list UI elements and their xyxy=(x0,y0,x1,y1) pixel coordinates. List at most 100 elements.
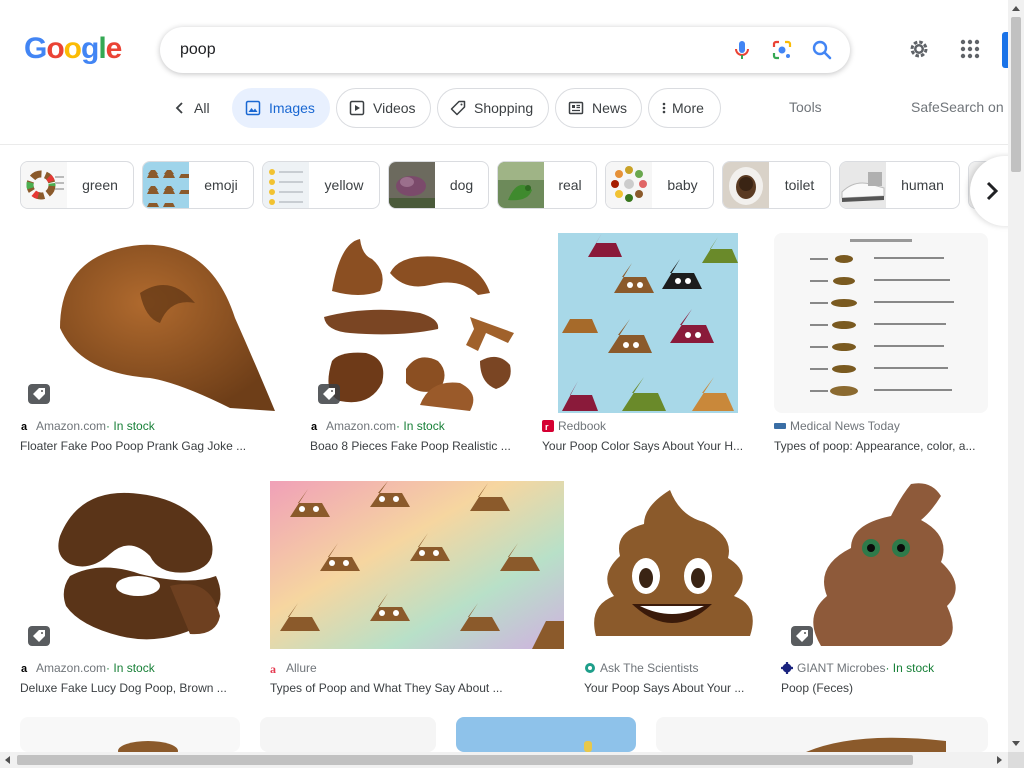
safesearch-button[interactable]: SafeSearch on xyxy=(911,99,1004,115)
stock-status: · In stock xyxy=(396,419,445,433)
source-name: GIANT Microbes xyxy=(797,661,886,675)
result-image[interactable] xyxy=(20,476,250,654)
google-logo[interactable]: Google xyxy=(24,32,123,66)
medical-news-favicon-icon xyxy=(774,423,786,429)
video-icon xyxy=(349,100,365,116)
tab-shopping[interactable]: Shopping xyxy=(437,88,549,128)
image-icon xyxy=(245,100,261,116)
chip-human[interactable]: human xyxy=(839,161,960,209)
chip-dog[interactable]: dog xyxy=(388,161,489,209)
search-icon[interactable] xyxy=(810,38,834,62)
svg-text:a: a xyxy=(21,663,28,674)
tab-all[interactable]: All xyxy=(174,88,210,128)
result-source[interactable]: a Amazon.com · In stock xyxy=(20,661,155,675)
source-name: Ask The Scientists xyxy=(600,661,699,675)
result-source[interactable]: GIANT Microbes · In stock xyxy=(781,661,934,675)
chip-thumbnail xyxy=(606,162,652,208)
scroll-right-icon[interactable] xyxy=(997,756,1002,764)
chip-thumbnail xyxy=(840,162,886,208)
chip-label: emoji xyxy=(204,177,238,193)
google-images-page: Google All Images Videos Shopping xyxy=(0,0,1024,768)
logo-letter: l xyxy=(98,32,106,65)
svg-text:a: a xyxy=(21,421,28,432)
chip-label: real xyxy=(558,177,582,193)
vertical-scrollbar[interactable] xyxy=(1008,0,1024,752)
result-title[interactable]: Deluxe Fake Lucy Dog Poop, Brown ... xyxy=(20,681,250,695)
result-title[interactable]: Boao 8 Pieces Fake Poop Realistic ... xyxy=(310,439,522,453)
chip-thumbnail xyxy=(723,162,769,208)
result-source[interactable]: Medical News Today xyxy=(774,419,900,433)
chip-thumbnail xyxy=(263,162,309,208)
result-image[interactable] xyxy=(20,233,290,413)
source-name: Amazon.com xyxy=(326,419,397,433)
result-image[interactable] xyxy=(584,476,760,654)
chip-green[interactable]: green xyxy=(20,161,134,209)
chip-label: dog xyxy=(449,177,474,193)
stock-status: · In stock xyxy=(106,419,155,433)
source-name: Redbook xyxy=(558,419,607,433)
newspaper-icon xyxy=(568,101,584,115)
chip-real[interactable]: real xyxy=(497,161,597,209)
result-title[interactable]: Types of poop: Appearance, color, a... xyxy=(774,439,988,453)
camera-lens-icon[interactable] xyxy=(770,38,794,62)
amazon-favicon-icon: a xyxy=(21,663,28,674)
horizontal-scroll-thumb[interactable] xyxy=(17,755,913,765)
tab-videos[interactable]: Videos xyxy=(336,88,431,128)
amazon-favicon-icon: a xyxy=(21,421,28,432)
shopping-tag-badge xyxy=(318,384,340,404)
result-image[interactable] xyxy=(542,233,754,413)
chip-yellow[interactable]: yellow xyxy=(262,161,380,209)
tab-news[interactable]: News xyxy=(555,88,642,128)
result-source[interactable]: r Redbook xyxy=(542,419,606,433)
scrollbar-corner xyxy=(1008,752,1024,768)
search-input[interactable] xyxy=(180,39,700,61)
horizontal-scrollbar[interactable] xyxy=(0,752,1008,768)
mic-icon[interactable] xyxy=(730,38,754,62)
logo-letter: o xyxy=(63,32,82,65)
chip-label: green xyxy=(82,177,118,193)
apps-grid-icon[interactable] xyxy=(958,37,982,61)
result-image[interactable] xyxy=(310,233,522,413)
chip-thumbnail xyxy=(21,162,67,208)
result-image[interactable] xyxy=(774,233,988,413)
scroll-up-icon[interactable] xyxy=(1012,6,1020,11)
scroll-down-icon[interactable] xyxy=(1012,741,1020,746)
result-image[interactable] xyxy=(270,481,564,649)
result-source[interactable]: a Allure xyxy=(270,661,317,675)
tab-images[interactable]: Images xyxy=(232,88,330,128)
result-title[interactable]: Floater Fake Poo Poop Prank Gag Joke ... xyxy=(20,439,290,453)
allure-favicon-icon: a xyxy=(270,662,276,674)
svg-text:a: a xyxy=(311,421,318,432)
redbook-favicon-icon: r xyxy=(542,420,554,432)
logo-letter: o xyxy=(46,32,64,65)
result-image[interactable] xyxy=(656,717,988,752)
chip-emoji[interactable]: emoji xyxy=(142,161,254,209)
scroll-left-icon[interactable] xyxy=(5,756,10,764)
result-source[interactable]: a Amazon.com · In stock xyxy=(310,419,445,433)
chip-toilet[interactable]: toilet xyxy=(722,161,831,209)
tab-label: All xyxy=(194,100,210,116)
result-image[interactable] xyxy=(260,717,436,752)
stock-status: · In stock xyxy=(106,661,155,675)
chip-label: baby xyxy=(667,177,698,193)
result-title[interactable]: Your Poop Says About Your ... xyxy=(584,681,760,695)
tab-more[interactable]: More xyxy=(648,88,721,128)
logo-letter: g xyxy=(81,32,99,65)
amazon-favicon-icon: a xyxy=(311,421,318,432)
gear-icon[interactable] xyxy=(907,37,931,61)
result-source[interactable]: a Amazon.com · In stock xyxy=(20,419,155,433)
chip-baby[interactable]: baby xyxy=(605,161,714,209)
result-title[interactable]: Your Poop Color Says About Your H... xyxy=(542,439,754,453)
tab-label: Shopping xyxy=(474,100,534,116)
price-tag-icon xyxy=(450,100,466,116)
tools-button[interactable]: Tools xyxy=(789,99,822,115)
ask-scientists-favicon-icon xyxy=(585,663,595,673)
logo-letter: e xyxy=(105,32,123,65)
result-source[interactable]: Ask The Scientists xyxy=(584,661,698,675)
result-title[interactable]: Poop (Feces) xyxy=(781,681,988,695)
result-image[interactable] xyxy=(20,717,240,752)
source-name: Amazon.com xyxy=(36,661,107,675)
result-title[interactable]: Types of Poop and What They Say About ..… xyxy=(270,681,564,695)
vertical-scroll-thumb[interactable] xyxy=(1011,17,1021,172)
result-image[interactable] xyxy=(456,717,636,752)
